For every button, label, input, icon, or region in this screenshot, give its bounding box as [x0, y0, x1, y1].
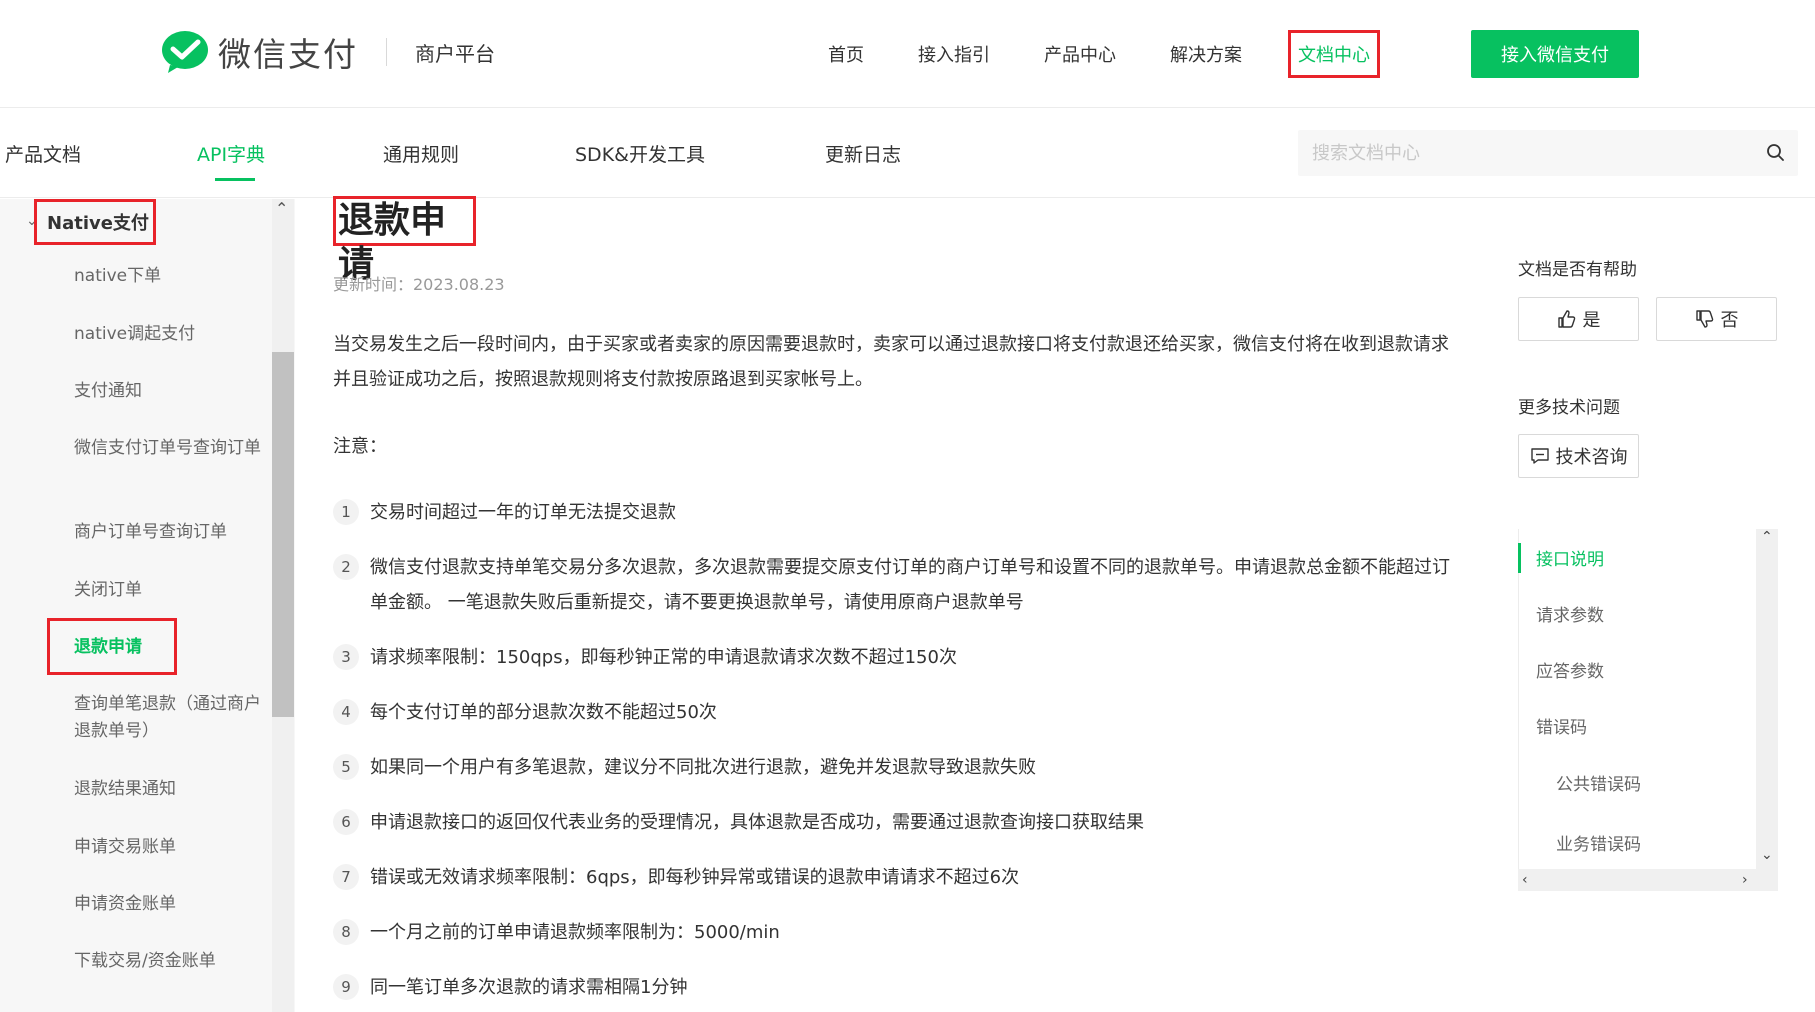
sidebar-item-refund-query[interactable]: 查询单笔退款（通过商户退款单号） — [74, 691, 264, 745]
logo-divider — [386, 38, 387, 66]
helpful-label: 文档是否有帮助 — [1518, 260, 1637, 280]
active-tab-underline — [215, 178, 255, 181]
docs-sidebar: ⌄ Native支付 native下单 native调起支付 支付通知 微信支付… — [0, 199, 295, 1012]
sidebar-item-trade-bill[interactable]: 申请交易账单 — [74, 834, 264, 861]
platform-label: 商户平台 — [415, 41, 495, 66]
list-text: 交易时间超过一年的订单无法提交退款 — [370, 502, 676, 523]
list-item: 7 错误或无效请求频率限制：6qps，即每秒钟异常或错误的退款申请请求不超过6次 — [333, 860, 1463, 895]
scroll-down-arrow-icon[interactable]: ⌄ — [1761, 847, 1773, 863]
toc-item-common-errors[interactable]: 公共错误码 — [1556, 770, 1641, 795]
toc-item-error-codes[interactable]: 错误码 — [1536, 713, 1587, 738]
tab-sdk-tools[interactable]: SDK&开发工具 — [575, 140, 705, 167]
intro-paragraph: 当交易发生之后一段时间内，由于买家或者卖家的原因需要退款时，卖家可以通过退款接口… — [333, 334, 1449, 390]
nav-products[interactable]: 产品中心 — [1036, 31, 1124, 77]
list-item: 9 同一笔订单多次退款的请求需相隔1分钟 — [333, 970, 1463, 1005]
list-item: 1 交易时间超过一年的订单无法提交退款 — [333, 495, 1463, 530]
toc-item-request-params[interactable]: 请求参数 — [1536, 601, 1604, 626]
sidebar-item-close-order[interactable]: 关闭订单 — [74, 577, 264, 604]
list-text: 每个支付订单的部分退款次数不能超过50次 — [370, 702, 717, 723]
chat-icon — [1530, 448, 1549, 464]
sidebar-item-native-invoke[interactable]: native调起支付 — [74, 321, 264, 348]
list-number: 1 — [333, 499, 359, 525]
helpful-no-button[interactable]: 否 — [1656, 297, 1777, 341]
list-number: 9 — [333, 974, 359, 1000]
table-of-contents: 接口说明 请求参数 应答参数 错误码 公共错误码 业务错误码 ⌃ ⌄ ‹ › — [1518, 529, 1778, 891]
join-wechat-pay-button[interactable]: 接入微信支付 — [1471, 30, 1639, 78]
list-number: 5 — [333, 754, 359, 780]
list-item: 2 微信支付退款支持单笔交易分多次退款，多次退款需要提交原支付订单的商户订单号和… — [333, 550, 1463, 620]
docs-subnav: 产品文档 API字典 通用规则 SDK&开发工具 更新日志 — [0, 108, 1815, 198]
list-text: 错误或无效请求频率限制：6qps，即每秒钟异常或错误的退款申请请求不超过6次 — [370, 867, 1020, 888]
list-text: 一个月之前的订单申请退款频率限制为：5000/min — [370, 922, 780, 943]
top-nav: 首页 接入指引 产品中心 解决方案 文档中心 — [820, 30, 1418, 78]
top-header: 微信支付 商户平台 首页 接入指引 产品中心 解决方案 文档中心 接入微信支付 — [0, 0, 1815, 108]
list-number: 2 — [333, 554, 359, 580]
toc-vertical-scrollbar[interactable] — [1756, 529, 1778, 869]
tech-consult-button[interactable]: 技术咨询 — [1518, 434, 1639, 478]
tab-product-docs[interactable]: 产品文档 — [5, 140, 81, 167]
update-time: 更新时间：2023.08.23 — [333, 275, 505, 294]
list-text: 申请退款接口的返回仅代表业务的受理情况，具体退款是否成功，需要通过退款查询接口获… — [370, 812, 1144, 833]
sidebar-section-native-pay[interactable]: Native支付 — [34, 199, 156, 245]
list-item: 5 如果同一个用户有多笔退款，建议分不同批次进行退款，避免并发退款导致退款失败 — [333, 750, 1463, 785]
nav-guide[interactable]: 接入指引 — [910, 31, 998, 77]
list-item: 3 请求频率限制：150qps，即每秒钟正常的申请退款请求次数不超过150次 — [333, 640, 1463, 675]
search-input[interactable] — [1312, 142, 1752, 164]
sidebar-item-query-by-transaction-id[interactable]: 微信支付订单号查询订单 — [74, 435, 264, 462]
list-item: 8 一个月之前的订单申请退款频率限制为：5000/min — [333, 915, 1463, 950]
nav-docs[interactable]: 文档中心 — [1288, 30, 1380, 78]
list-item: 4 每个支付订单的部分退款次数不能超过50次 — [333, 695, 1463, 730]
nav-solutions[interactable]: 解决方案 — [1162, 31, 1250, 77]
note-label: 注意： — [333, 436, 387, 457]
tab-changelog[interactable]: 更新日志 — [825, 140, 901, 167]
list-text: 微信支付退款支持单笔交易分多次退款，多次退款需要提交原支付订单的商户订单号和设置… — [370, 557, 1450, 613]
tech-consult-label: 技术咨询 — [1555, 447, 1628, 467]
tab-api-dictionary[interactable]: API字典 — [197, 140, 265, 167]
scroll-up-arrow-icon[interactable]: ⌃ — [1761, 529, 1773, 545]
sidebar-scrollbar-thumb[interactable] — [272, 352, 294, 717]
sidebar-item-query-by-out-trade-no[interactable]: 商户订单号查询订单 — [74, 519, 264, 546]
toc-divider — [1518, 529, 1519, 891]
sidebar-item-payment-notify[interactable]: 支付通知 — [74, 378, 264, 405]
nav-home[interactable]: 首页 — [820, 31, 872, 77]
toc-item-api-desc[interactable]: 接口说明 — [1536, 545, 1604, 570]
list-item: 6 申请退款接口的返回仅代表业务的受理情况，具体退款是否成功，需要通过退款查询接… — [333, 805, 1463, 840]
sidebar-item-refund-notify[interactable]: 退款结果通知 — [74, 776, 264, 803]
list-number: 3 — [333, 644, 359, 670]
list-text: 同一笔订单多次退款的请求需相隔1分钟 — [370, 977, 688, 998]
page-title: 退款申请 — [333, 196, 476, 285]
search-icon[interactable] — [1766, 143, 1786, 163]
tab-general-rules[interactable]: 通用规则 — [383, 140, 459, 167]
list-number: 7 — [333, 864, 359, 890]
thumbs-up-icon — [1557, 310, 1575, 328]
scroll-right-arrow-icon[interactable]: › — [1742, 872, 1748, 888]
list-number: 8 — [333, 919, 359, 945]
list-text: 请求频率限制：150qps，即每秒钟正常的申请退款请求次数不超过150次 — [370, 647, 957, 668]
list-number: 4 — [333, 699, 359, 725]
yes-label: 是 — [1582, 310, 1601, 330]
logo-text: 微信支付 — [218, 35, 358, 74]
toc-horizontal-scrollbar[interactable] — [1518, 869, 1778, 891]
helpful-yes-button[interactable]: 是 — [1518, 297, 1639, 341]
scroll-up-arrow-icon[interactable]: ⌃ — [275, 199, 288, 218]
wechat-pay-logo-icon — [162, 31, 208, 73]
scroll-left-arrow-icon[interactable]: ‹ — [1522, 872, 1528, 888]
list-number: 6 — [333, 809, 359, 835]
toc-item-business-errors[interactable]: 业务错误码 — [1556, 830, 1641, 855]
sidebar-item-fund-bill[interactable]: 申请资金账单 — [74, 891, 264, 918]
toc-active-indicator — [1518, 543, 1521, 573]
docs-search — [1298, 130, 1798, 176]
thumbs-down-icon — [1695, 310, 1713, 328]
toc-item-response-params[interactable]: 应答参数 — [1536, 657, 1604, 682]
more-questions-label: 更多技术问题 — [1518, 398, 1620, 418]
sidebar-item-refund-apply[interactable]: 退款申请 — [74, 634, 264, 661]
list-text: 如果同一个用户有多笔退款，建议分不同批次进行退款，避免并发退款导致退款失败 — [370, 757, 1036, 778]
wechat-pay-logo[interactable]: 微信支付 商户平台 — [160, 28, 495, 76]
sidebar-item-native-order[interactable]: native下单 — [74, 263, 264, 290]
no-label: 否 — [1720, 310, 1739, 330]
sidebar-item-download-bill[interactable]: 下载交易/资金账单 — [74, 948, 264, 975]
